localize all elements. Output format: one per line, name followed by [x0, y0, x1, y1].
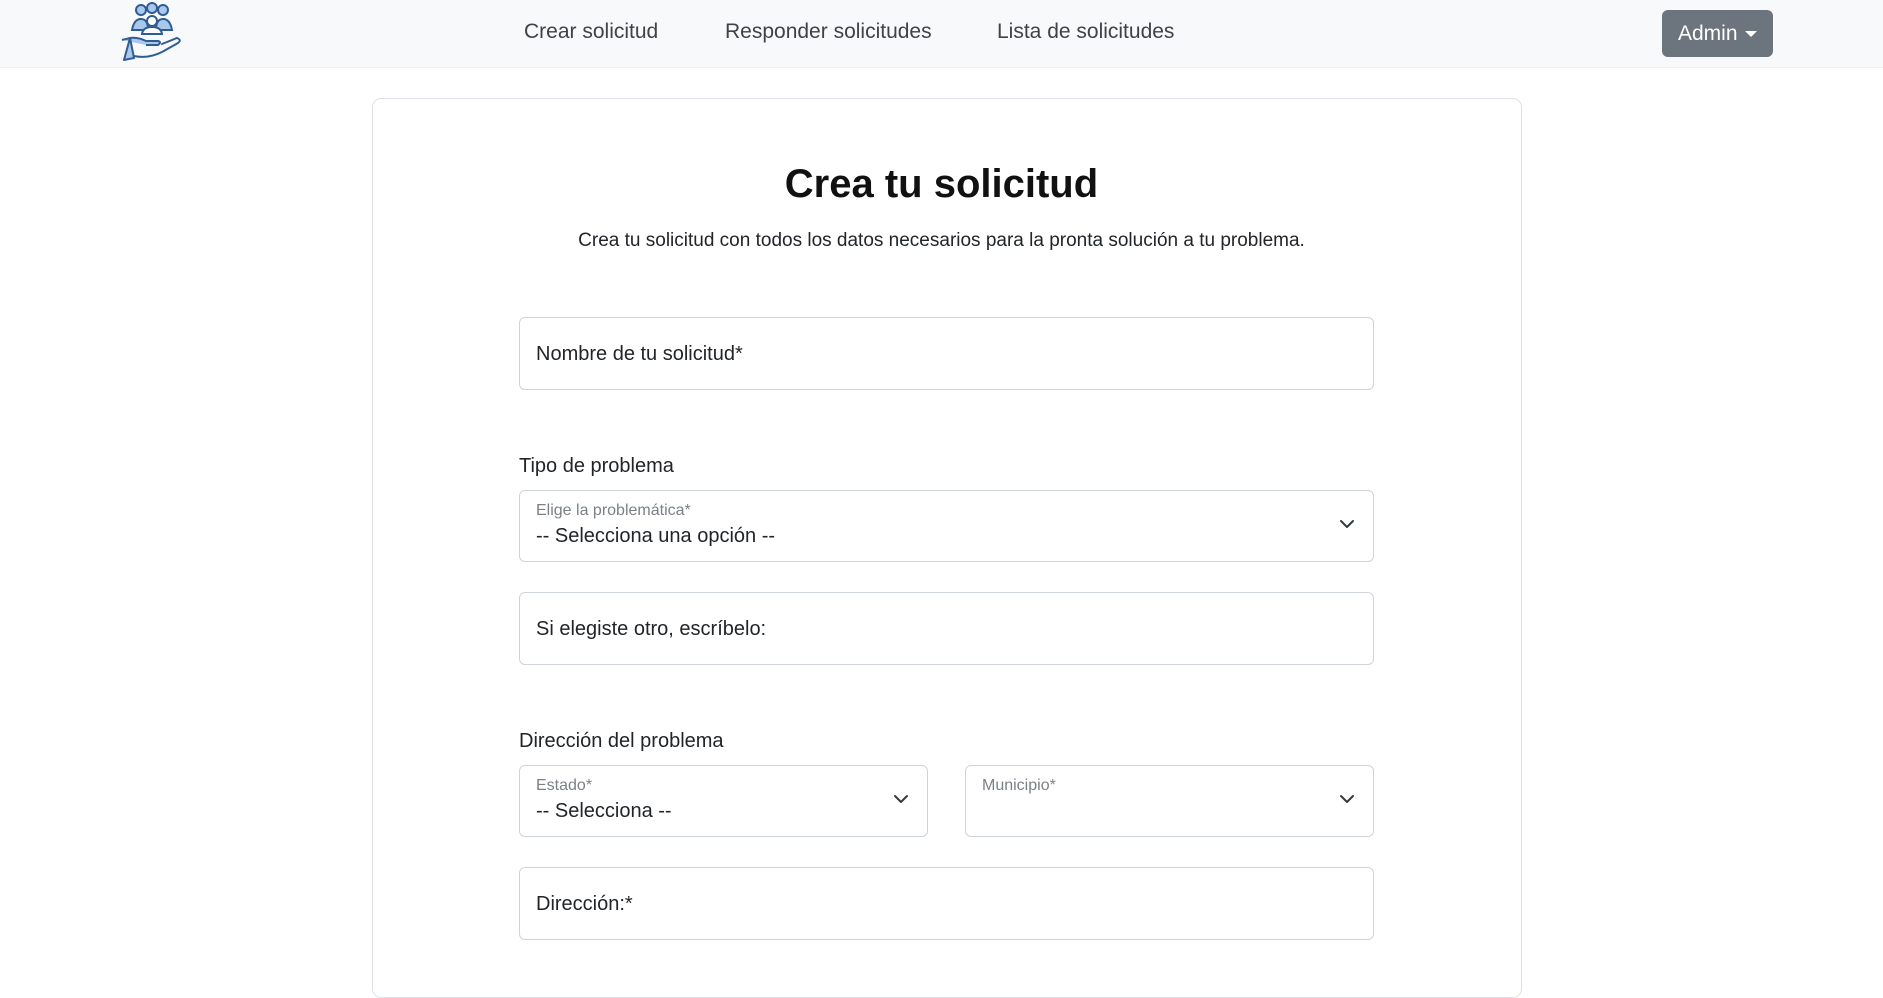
admin-dropdown-button[interactable]: Admin [1662, 10, 1773, 57]
state-value: -- Selecciona -- [536, 800, 672, 822]
other-problem-placeholder: Si elegiste otro, escríbelo: [536, 618, 767, 640]
address-section-label: Dirección del problema [519, 730, 724, 752]
state-label: Estado* [536, 777, 593, 794]
chevron-down-icon [1340, 520, 1354, 528]
state-select[interactable]: Estado* -- Selecciona -- [519, 765, 928, 837]
problem-type-select[interactable]: Elige la problemática* -- Selecciona una… [519, 490, 1374, 562]
caret-down-icon [1745, 31, 1757, 37]
nav-link-request-list[interactable]: Lista de solicitudes [997, 20, 1174, 44]
other-problem-input[interactable]: Si elegiste otro, escríbelo: [519, 592, 1374, 665]
top-navbar: Crear solicitud Responder solicitudes Li… [0, 0, 1883, 68]
page-subtitle: Crea tu solicitud con todos los datos ne… [578, 230, 1305, 251]
admin-label: Admin [1678, 22, 1738, 45]
municipality-label: Municipio* [982, 777, 1056, 794]
municipality-select[interactable]: Municipio* [965, 765, 1374, 837]
request-name-input[interactable]: Nombre de tu solicitud* [519, 317, 1374, 390]
page-title: Crea tu solicitud [784, 162, 1099, 206]
problem-type-label: Elige la problemática* [536, 502, 691, 519]
address-input[interactable]: Dirección:* [519, 867, 1374, 940]
problem-type-section-label: Tipo de problema [519, 455, 674, 477]
chevron-down-icon [1340, 795, 1354, 803]
chevron-down-icon [894, 795, 908, 803]
request-name-placeholder: Nombre de tu solicitud* [536, 343, 743, 365]
address-placeholder: Dirección:* [536, 893, 633, 915]
nav-link-create-request[interactable]: Crear solicitud [524, 20, 658, 44]
helping-hand-people-logo[interactable] [118, 0, 184, 65]
nav-link-respond-requests[interactable]: Responder solicitudes [725, 20, 932, 44]
problem-type-value: -- Selecciona una opción -- [536, 525, 776, 547]
